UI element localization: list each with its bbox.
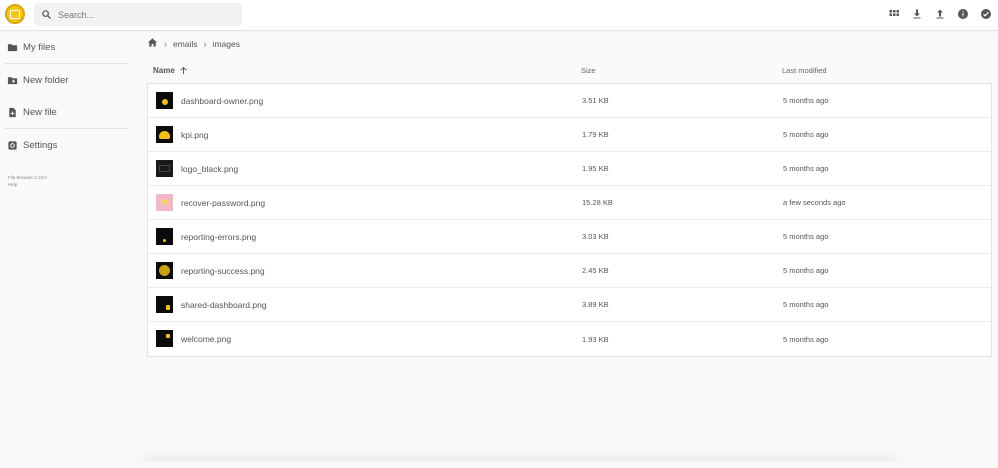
logo-mark — [10, 9, 20, 19]
app-version: File Browser 2.18.0 — [8, 175, 47, 180]
column-size-header[interactable]: Size — [581, 66, 596, 75]
bottom-shadow — [140, 462, 900, 468]
sidebar-item-label: New file — [23, 106, 57, 118]
file-rows: dashboard-owner.png 3.51 KB 5 months ago… — [147, 83, 992, 357]
breadcrumb-item[interactable]: emails — [173, 39, 198, 49]
file-size: 1.93 KB — [582, 334, 609, 344]
table-row[interactable]: dashboard-owner.png 3.51 KB 5 months ago — [148, 84, 991, 118]
column-label: Name — [153, 65, 175, 75]
grid-view-icon — [889, 9, 899, 16]
thumbnail-mark — [166, 334, 170, 338]
file-size: 1.95 KB — [582, 164, 609, 173]
top-bar — [0, 0, 998, 31]
sidebar-item-label: Settings — [23, 139, 58, 151]
image-thumbnail — [156, 160, 173, 177]
image-thumbnail — [156, 228, 173, 245]
file-modified: 5 months ago — [783, 232, 829, 241]
column-modified-header[interactable]: Last modified — [782, 66, 827, 75]
thumbnail-mark — [163, 239, 166, 242]
settings-icon — [8, 140, 17, 150]
chevron-right-icon: › — [203, 38, 207, 49]
download-button[interactable] — [910, 6, 924, 21]
header-actions — [887, 6, 993, 21]
sidebar-item-label: My files — [23, 41, 56, 53]
file-modified: a few seconds ago — [783, 198, 846, 207]
chevron-right-icon: › — [164, 38, 167, 49]
file-list: Name Size Last modified dashboard-owner.… — [147, 57, 992, 357]
file-size: 3.51 KB — [582, 96, 609, 105]
image-thumbnail — [156, 330, 173, 347]
home-icon — [147, 38, 158, 47]
breadcrumb-item[interactable]: images — [213, 39, 240, 49]
file-modified: 5 months ago — [783, 164, 829, 173]
file-size: 3.89 KB — [582, 300, 609, 309]
image-thumbnail — [156, 262, 173, 279]
search-box[interactable] — [34, 3, 242, 26]
sidebar-footer: File Browser 2.18.0 Help — [8, 174, 47, 188]
breadcrumb-home[interactable] — [147, 37, 158, 50]
table-row[interactable]: welcome.png 1.93 KB 5 months ago — [148, 322, 991, 356]
sidebar-item-new-file[interactable]: New file — [0, 96, 130, 128]
thumbnail-mark — [159, 131, 170, 139]
help-link[interactable]: Help — [8, 181, 47, 188]
table-row[interactable]: shared-dashboard.png 3.89 KB 5 months ag… — [148, 288, 991, 322]
sidebar-item-my-files[interactable]: My files — [0, 31, 130, 63]
info-icon — [958, 8, 968, 19]
file-name: dashboard-owner.png — [181, 95, 264, 106]
file-size: 1.79 KB — [582, 130, 609, 139]
file-name: kpi.png — [181, 129, 209, 140]
thumbnail-mark — [159, 265, 170, 276]
file-name: shared-dashboard.png — [181, 299, 267, 310]
table-row[interactable]: recover-password.png 15.28 KB a few seco… — [148, 186, 991, 220]
file-modified: 5 months ago — [783, 334, 829, 344]
thumbnail-mark — [162, 99, 168, 105]
sidebar-item-settings[interactable]: Settings — [0, 129, 130, 161]
image-thumbnail — [156, 194, 173, 211]
file-modified: 5 months ago — [783, 96, 829, 105]
upload-icon — [936, 9, 944, 18]
grid-view-button[interactable] — [887, 6, 901, 21]
app-logo[interactable] — [5, 4, 25, 24]
table-row[interactable]: logo_black.png 1.95 KB 5 months ago — [148, 152, 991, 186]
folder-icon — [7, 43, 18, 51]
search-icon — [42, 10, 51, 19]
thumbnail-mark — [161, 199, 169, 205]
file-name: reporting-success.png — [181, 265, 265, 276]
sidebar-item-label: New folder — [23, 74, 69, 86]
file-name: reporting-errors.png — [181, 231, 257, 242]
upload-button[interactable] — [933, 6, 947, 21]
arrow-up-icon — [180, 66, 187, 74]
table-row[interactable]: kpi.png 1.79 KB 5 months ago — [148, 118, 991, 152]
image-thumbnail — [156, 296, 173, 313]
new-file-icon — [9, 107, 16, 117]
file-name: welcome.png — [181, 334, 232, 344]
file-modified: 5 months ago — [783, 266, 829, 275]
table-row[interactable]: reporting-errors.png 3.03 KB 5 months ag… — [148, 220, 991, 254]
sidebar: My files New folder New file Settings Fi… — [0, 31, 130, 468]
check-circle-icon — [981, 8, 991, 19]
table-row[interactable]: reporting-success.png 2.45 KB 5 months a… — [148, 254, 991, 288]
file-name: recover-password.png — [181, 197, 266, 208]
thumbnail-mark — [159, 165, 170, 172]
download-icon — [913, 9, 921, 18]
file-size: 2.45 KB — [582, 266, 609, 275]
file-size: 15.28 KB — [582, 198, 613, 207]
search-input[interactable] — [58, 9, 228, 20]
image-thumbnail — [156, 92, 173, 109]
file-modified: 5 months ago — [783, 300, 829, 309]
file-name: logo_black.png — [181, 163, 239, 174]
breadcrumb: › emails › images — [147, 37, 240, 50]
file-size: 3.03 KB — [582, 232, 609, 241]
image-thumbnail — [156, 126, 173, 143]
info-button[interactable] — [956, 6, 970, 21]
file-modified: 5 months ago — [783, 130, 829, 139]
list-header: Name Size Last modified — [147, 57, 992, 83]
new-folder-icon — [7, 76, 18, 84]
select-multiple-button[interactable] — [979, 6, 993, 21]
thumbnail-mark — [166, 305, 170, 310]
column-name-header[interactable]: Name — [153, 65, 189, 76]
sidebar-item-new-folder[interactable]: New folder — [0, 64, 130, 96]
